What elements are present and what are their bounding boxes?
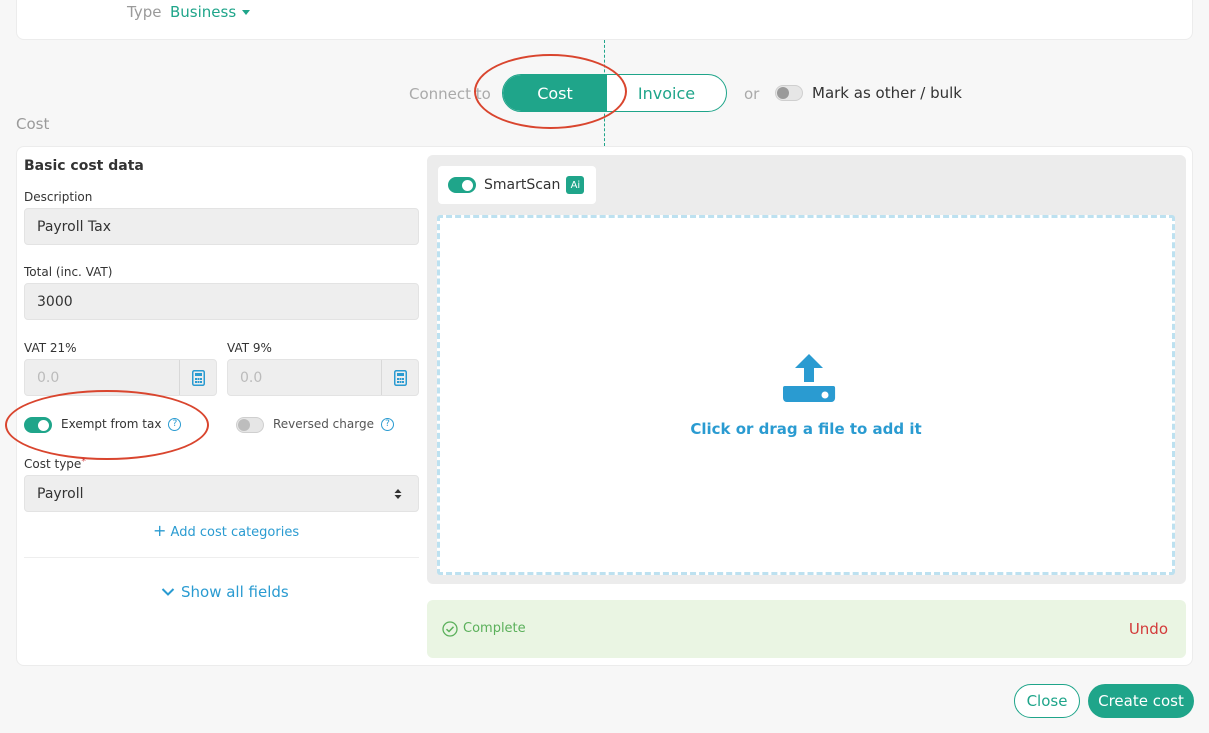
toggle-knob [462,180,473,191]
required-marker: * [81,457,86,467]
description-label: Description [24,190,93,204]
caret-down-icon [242,10,251,15]
vat9-input[interactable]: 0.0 [227,359,419,396]
section-title: Cost [16,115,50,133]
show-all-fields-link[interactable]: Show all fields [161,583,289,601]
cost-type-value: Payroll [37,485,84,502]
calculator-icon[interactable] [381,360,418,395]
check-circle-icon [442,621,458,641]
description-input[interactable]: Payroll Tax [24,208,419,245]
reversed-label-row: Reversed charge? [273,417,394,431]
ai-badge: Ai [566,176,585,194]
connect-segmented-control: Cost Invoice [502,74,727,112]
exempt-label: Exempt from tax [61,417,162,431]
vat21-label: VAT 21% [24,341,77,355]
smartscan-label: SmartScan [484,177,561,193]
chevron-down-icon [161,588,175,596]
divider [24,557,419,558]
dropzone-text: Click or drag a file to add it [690,420,922,438]
exempt-label-row: Exempt from tax? [61,417,182,431]
add-cost-categories-link[interactable]: + Add cost categories [153,521,299,540]
toggle-knob [777,87,789,99]
cost-type-label-row: Cost type* [24,457,86,471]
calculator-icon[interactable] [179,360,216,395]
toggle-knob [238,419,250,431]
type-value: Business [170,3,237,21]
sort-arrows-icon [394,488,402,504]
file-dropzone[interactable]: Click or drag a file to add it [437,215,1175,575]
bulk-label: Mark as other / bulk [812,84,962,102]
vat21-input[interactable]: 0.0 [24,359,217,396]
help-icon[interactable]: ? [380,417,394,431]
close-button[interactable]: Close [1014,684,1080,718]
toggle-knob [38,420,49,431]
bulk-toggle[interactable] [775,85,803,101]
help-icon[interactable]: ? [168,417,182,431]
type-card: Type Business [16,0,1193,40]
add-categories-label: Add cost categories [170,525,300,540]
connect-cost-option[interactable]: Cost [503,75,607,111]
connect-invoice-option[interactable]: Invoice [607,75,726,111]
connect-label: Connect to [409,85,491,103]
create-cost-button[interactable]: Create cost [1088,684,1194,718]
total-input[interactable]: 3000 [24,283,419,320]
type-dropdown[interactable]: Business [170,3,251,21]
vat9-label: VAT 9% [227,341,272,355]
vat9-placeholder: 0.0 [240,369,263,386]
type-label: Type [127,3,162,21]
total-label: Total (inc. VAT) [24,265,113,279]
reversed-charge-toggle[interactable] [236,417,264,433]
or-label: or [744,85,760,103]
status-text: Complete [463,621,526,636]
exempt-toggle[interactable] [24,417,52,433]
form-heading: Basic cost data [24,158,144,174]
cost-type-select[interactable]: Payroll [24,475,419,512]
show-all-label: Show all fields [181,583,289,601]
cost-type-label: Cost type [24,457,82,471]
vat21-placeholder: 0.0 [37,369,60,386]
upload-icon [783,354,836,402]
smartscan-chip: SmartScan Ai [438,166,596,204]
plus-icon: + [153,521,167,540]
undo-button[interactable]: Undo [1129,620,1168,638]
status-bar: Complete Undo [427,600,1186,658]
reversed-label: Reversed charge [273,417,374,431]
smartscan-toggle[interactable] [448,177,476,193]
